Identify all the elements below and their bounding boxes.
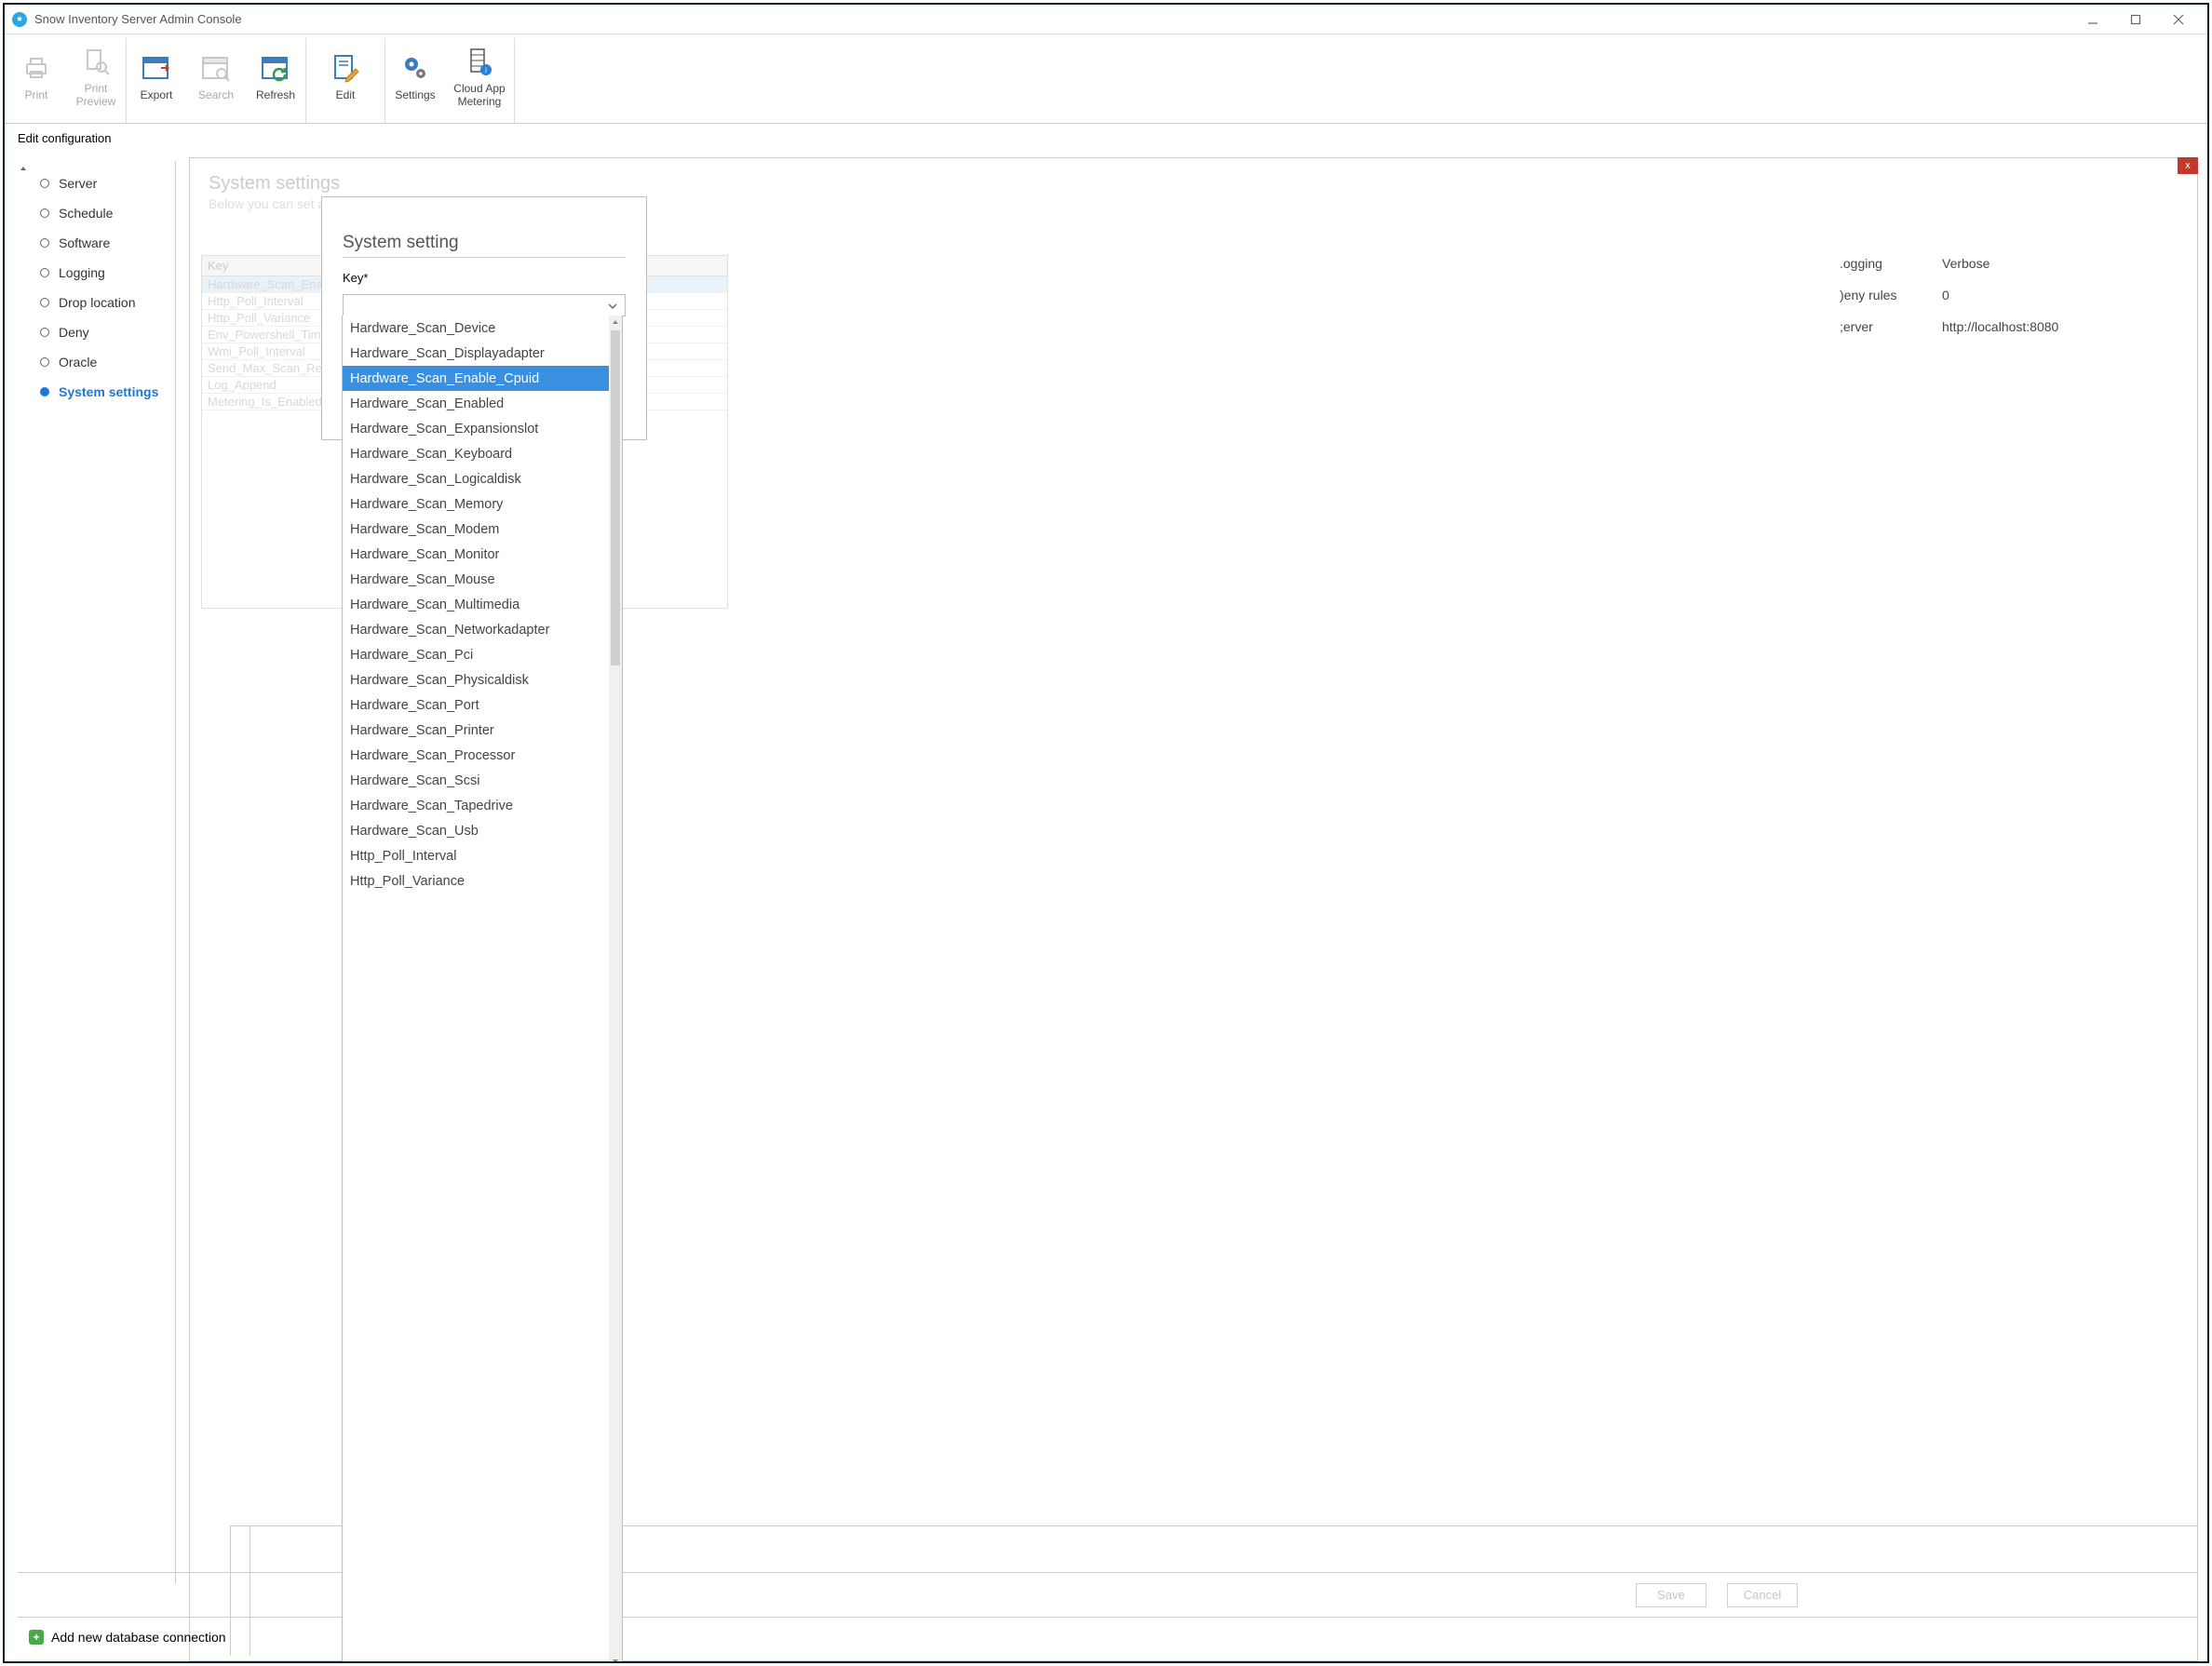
calendar-search-icon [200,52,232,84]
document-tab[interactable]: Edit configuration [5,124,2207,152]
content-area: Server Schedule Software Logging Drop locati… [5,152,2207,1661]
dropdown-option[interactable]: Hardware_Scan_Modem [343,517,609,542]
radio-bullet-icon [40,357,49,367]
ribbon: Print Print Preview Export [5,34,2207,124]
dropdown-scrollbar[interactable] [609,316,622,1661]
dropdown-option[interactable]: Hardware_Scan_Device [343,316,609,341]
sidenav-item-deny[interactable]: Deny [18,317,175,347]
ribbon-print-preview-button[interactable]: Print Preview [66,38,126,123]
gears-icon [399,52,431,84]
sidenav-item-label: Deny [59,325,89,340]
key-combobox[interactable] [343,294,626,316]
ribbon-print-button[interactable]: Print [7,38,66,123]
window-minimize-button[interactable] [2071,6,2114,34]
radio-bullet-icon [40,179,49,188]
plus-icon: + [29,1630,44,1645]
summary-value: http://localhost:8080 [1942,319,2058,334]
sidenav-item-system-settings[interactable]: System settings [18,377,175,407]
dropdown-option[interactable]: Hardware_Scan_Multimedia [343,592,609,617]
panel-close-button[interactable]: x [2178,157,2198,174]
scroll-thumb[interactable] [611,330,620,665]
dropdown-option[interactable]: Hardware_Scan_Keyboard [343,441,609,466]
ribbon-edit-button[interactable]: Edit [306,38,384,123]
calendar-refresh-icon [260,52,291,84]
key-field-label: Key* [343,271,626,285]
dropdown-option[interactable]: Hardware_Scan_Enabled [343,391,609,416]
sidenav-item-oracle[interactable]: Oracle [18,347,175,377]
window-title: Snow Inventory Server Admin Console [34,12,242,26]
dropdown-option[interactable]: Hardware_Scan_Networkadapter [343,617,609,642]
summary-key: )eny rules [1840,288,1920,302]
calendar-export-icon [141,52,172,84]
key-dropdown-list: Hardware_Scan_DeviceHardware_Scan_Displa… [342,316,623,1661]
summary-row: ;erver http://localhost:8080 [1840,311,2175,343]
svg-text:i: i [485,66,487,74]
radio-bullet-icon [40,328,49,337]
dropdown-option[interactable]: Hardware_Scan_Mouse [343,567,609,592]
dropdown-option[interactable]: Hardware_Scan_Printer [343,718,609,743]
ribbon-export-button[interactable]: Export [127,38,186,123]
sidenav-item-label: Software [59,235,110,250]
summary-values: .ogging Verbose )eny rules 0 ;erver http://lo… [1840,248,2175,343]
dropdown-option[interactable]: Hardware_Scan_Displayadapter [343,341,609,366]
dropdown-option[interactable]: Hardware_Scan_Monitor [343,542,609,567]
summary-key: ;erver [1840,319,1920,334]
sidenav-item-label: Oracle [59,355,97,369]
ribbon-refresh-button[interactable]: Refresh [246,38,305,123]
sidenav-item-label: System settings [59,384,158,399]
dropdown-option[interactable]: Hardware_Scan_Physicaldisk [343,667,609,692]
sidenav-item-label: Server [59,176,97,191]
summary-row: .ogging Verbose [1840,248,2175,279]
window-close-button[interactable] [2157,6,2200,34]
sidenav-item-server[interactable]: Server [18,168,175,198]
titlebar: Snow Inventory Server Admin Console [5,5,2207,34]
dialog-title: System setting [343,233,626,258]
page-magnify-icon [80,46,112,77]
sidenav-item-software[interactable]: Software [18,228,175,258]
collapse-chevron-icon[interactable] [20,161,27,168]
chevron-down-icon [608,299,621,312]
radio-bullet-icon [40,298,49,307]
radio-bullet-icon [40,208,49,218]
dropdown-option[interactable]: Hardware_Scan_Logicaldisk [343,466,609,491]
sidenav-item-label: Drop location [59,295,136,310]
dropdown-option[interactable]: Hardware_Scan_Port [343,692,609,718]
document-pencil-icon [330,52,361,84]
dropdown-option[interactable]: Hardware_Scan_Tapedrive [343,793,609,818]
printer-icon [20,52,52,84]
summary-row: )eny rules 0 [1840,279,2175,311]
dropdown-option[interactable]: Hardware_Scan_Usb [343,818,609,843]
sidenav-item-label: Logging [59,265,105,280]
panel-title: System settings [209,173,2178,195]
sidenav-item-logging[interactable]: Logging [18,258,175,288]
scroll-down-icon[interactable] [609,1655,622,1661]
summary-key: .ogging [1840,256,1920,271]
summary-value: 0 [1942,288,1949,302]
radio-bullet-icon [40,238,49,248]
scroll-up-icon[interactable] [609,316,622,329]
radio-bullet-icon [40,268,49,277]
sidenav-item-schedule[interactable]: Schedule [18,198,175,228]
dropdown-option[interactable]: Hardware_Scan_Memory [343,491,609,517]
dropdown-option[interactable]: Hardware_Scan_Processor [343,743,609,768]
server-info-icon: i [464,46,495,77]
dropdown-option[interactable]: Hardware_Scan_Scsi [343,768,609,793]
side-navigation: Server Schedule Software Logging Drop locati… [18,161,176,1583]
window-maximize-button[interactable] [2114,6,2157,34]
dropdown-option[interactable]: Hardware_Scan_Enable_Cpuid [343,366,609,391]
dropdown-option[interactable]: Http_Poll_Interval [343,843,609,868]
ribbon-cloud-metering-button[interactable]: i Cloud App Metering [445,38,514,123]
sidenav-item-label: Schedule [59,206,113,221]
app-window: Snow Inventory Server Admin Console Prin… [3,3,2209,1663]
radio-bullet-icon [40,387,49,396]
ribbon-search-button[interactable]: Search [186,38,246,123]
sidenav-item-drop-location[interactable]: Drop location [18,288,175,317]
dropdown-option[interactable]: Hardware_Scan_Pci [343,642,609,667]
summary-value: Verbose [1942,256,1989,271]
ribbon-settings-button[interactable]: Settings [385,38,445,123]
dropdown-option[interactable]: Http_Poll_Variance [343,868,609,893]
app-icon [12,12,27,27]
dropdown-option[interactable]: Hardware_Scan_Expansionslot [343,416,609,441]
